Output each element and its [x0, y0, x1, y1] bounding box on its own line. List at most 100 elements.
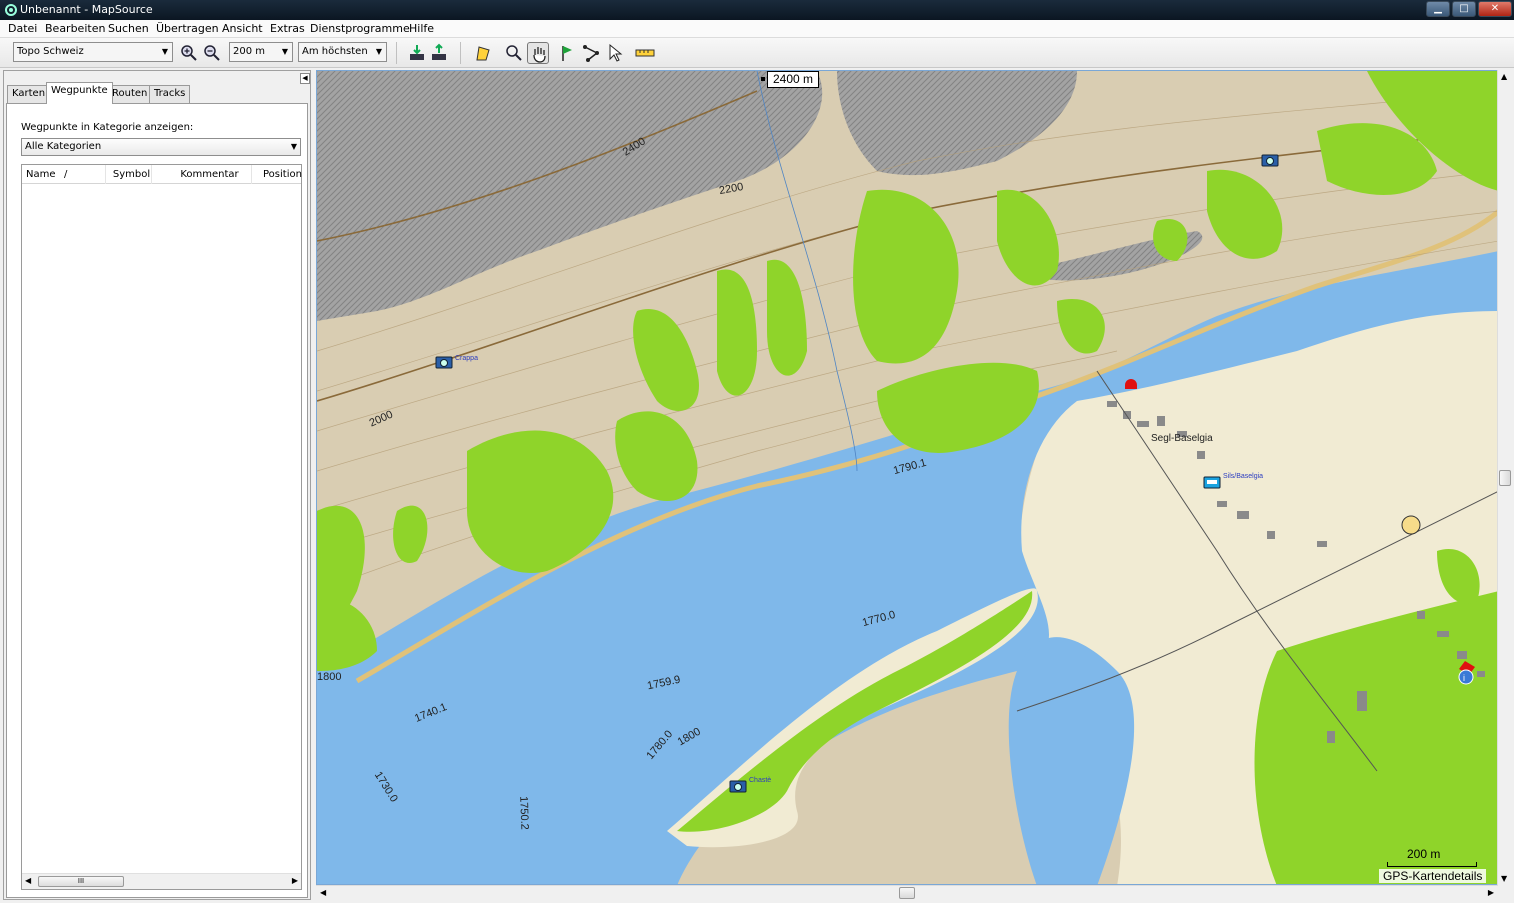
camera-icon[interactable] — [435, 355, 453, 369]
scroll-left-icon[interactable]: ◀ — [25, 876, 31, 885]
waypoint-tool-button[interactable] — [556, 42, 578, 64]
zoom-tool-button[interactable] — [503, 42, 525, 64]
route-tool-button[interactable] — [580, 42, 602, 64]
sort-indicator: / — [64, 169, 68, 180]
map-tool-button[interactable] — [472, 42, 494, 64]
hand-tool-icon — [533, 47, 546, 63]
toolbar-separator — [396, 42, 397, 64]
menu-hilfe[interactable]: Hilfe — [409, 22, 434, 35]
tab-karten[interactable]: Karten — [7, 85, 51, 103]
column-name-label: Name — [26, 169, 56, 180]
camera-icon[interactable] — [729, 779, 747, 793]
menu-datei[interactable]: Datei — [8, 22, 37, 35]
tab-routen[interactable]: Routen — [107, 85, 153, 103]
receive-from-device-icon — [410, 45, 424, 60]
category-label: Wegpunkte in Kategorie anzeigen: — [21, 122, 194, 133]
topo-map[interactable]: i — [317, 71, 1498, 885]
menu-extras[interactable]: Extras — [270, 22, 305, 35]
column-position[interactable]: Position — [252, 165, 302, 184]
mapsource-app-icon — [5, 4, 17, 16]
zoom-tool-icon — [506, 45, 522, 61]
contour-label: 1750.2 — [517, 795, 531, 831]
distance-tool-icon — [635, 49, 655, 57]
list-header: Name / Symbol Kommentar Position — [22, 165, 302, 184]
selection-tool-button[interactable] — [603, 42, 625, 64]
toolbar: Topo Schweiz ▼ 200 m ▼ Am höchsten ▼ — [0, 38, 1514, 68]
menu-uebertragen[interactable]: Übertragen — [156, 22, 219, 35]
zoom-out-icon — [204, 45, 220, 61]
zoom-out-button[interactable] — [201, 42, 223, 64]
menu-ansicht[interactable]: Ansicht — [222, 22, 263, 35]
scroll-right-icon[interactable]: ▶ — [1488, 888, 1494, 897]
info-icon[interactable] — [1458, 669, 1474, 685]
tab-wegpunkte[interactable]: Wegpunkte — [46, 82, 113, 104]
scale-label: 200 m — [1407, 847, 1441, 861]
detail-level-value: Am höchsten — [302, 46, 368, 57]
minimize-button[interactable]: ▁ — [1426, 1, 1450, 17]
scroll-right-icon[interactable]: ▶ — [292, 876, 298, 885]
chevron-down-icon: ▼ — [375, 47, 383, 56]
info-icon-glyph: i — [1463, 673, 1465, 683]
close-button[interactable]: ✕ — [1478, 1, 1512, 17]
send-to-device-button[interactable] — [428, 42, 450, 64]
column-kommentar[interactable]: Kommentar — [152, 165, 252, 184]
scroll-down-icon[interactable]: ▼ — [1501, 874, 1507, 883]
poi-label: Chastè — [749, 777, 772, 784]
cursor-point — [761, 77, 765, 81]
menu-bar: Datei Bearbeiten Suchen Übertragen Ansic… — [0, 20, 1514, 38]
selection-tool-icon — [609, 43, 623, 62]
waypoint-list[interactable]: Name / Symbol Kommentar Position ◀ III ▶ — [21, 164, 302, 890]
detail-level-select[interactable]: Am höchsten ▼ — [298, 42, 387, 62]
category-value: Alle Kategorien — [25, 141, 102, 152]
maximize-button[interactable]: □ — [1452, 1, 1476, 17]
window-title: Unbenannt - MapSource — [20, 3, 153, 16]
receive-from-device-button[interactable] — [406, 42, 428, 64]
contour-label: 1800 — [317, 671, 342, 683]
collapse-panel-icon[interactable]: ◀ — [300, 73, 310, 84]
scroll-thumb[interactable]: III — [38, 876, 124, 887]
route-tool-icon — [583, 45, 599, 62]
scroll-thumb[interactable] — [1499, 470, 1511, 486]
scale-bar — [1387, 862, 1477, 867]
scroll-thumb[interactable] — [899, 887, 915, 899]
tab-tracks[interactable]: Tracks — [149, 85, 191, 103]
title-bar: Unbenannt - MapSource ▁ □ ✕ — [0, 0, 1514, 20]
camera-icon[interactable] — [1261, 153, 1279, 167]
menu-suchen[interactable]: Suchen — [108, 22, 149, 35]
bus-stop-icon[interactable] — [1203, 475, 1221, 489]
map-product-select[interactable]: Topo Schweiz ▼ — [13, 42, 173, 62]
toolbar-separator — [460, 42, 461, 64]
scroll-up-icon[interactable]: ▲ — [1501, 72, 1507, 81]
chevron-down-icon: ▼ — [290, 142, 297, 151]
map-horizontal-scrollbar[interactable]: ◀ ▶ — [316, 885, 1498, 900]
left-panel: ◀ Karten Wegpunkte Routen Tracks Wegpunk… — [3, 70, 311, 900]
poi-label: Sils/Baselgia — [1223, 473, 1264, 480]
scroll-left-icon[interactable]: ◀ — [320, 888, 326, 897]
menu-dienstprogramme[interactable]: Dienstprogramme — [310, 22, 410, 35]
waypoint-tool-icon — [562, 46, 572, 61]
hand-tool-button[interactable] — [527, 42, 549, 64]
chevron-down-icon: ▼ — [281, 47, 289, 56]
map-view[interactable]: i 2400 m 2400 2200 2000 1800 1790.1 1770… — [316, 70, 1498, 885]
map-vertical-scrollbar[interactable]: ▲ ▼ — [1497, 70, 1512, 885]
map-product-value: Topo Schweiz — [17, 46, 84, 57]
list-horizontal-scrollbar[interactable]: ◀ III ▶ — [22, 873, 301, 889]
category-select[interactable]: Alle Kategorien ▼ — [21, 138, 301, 156]
distance-tool-button[interactable] — [634, 42, 656, 64]
map-details-label: GPS-Kartendetails — [1379, 869, 1487, 883]
map-tool-icon — [476, 46, 490, 61]
menu-bearbeiten[interactable]: Bearbeiten — [45, 22, 105, 35]
cursor-elevation-readout: 2400 m — [767, 71, 819, 88]
send-to-device-icon — [432, 43, 446, 60]
waypoints-tab-body: Wegpunkte in Kategorie anzeigen: Alle Ka… — [6, 103, 308, 898]
place-label: Segl-Baselgia — [1151, 433, 1213, 444]
zoom-in-button[interactable] — [178, 42, 200, 64]
zoom-in-icon — [181, 45, 197, 61]
column-name[interactable]: Name / — [22, 165, 106, 184]
poi-label: Crappa — [455, 355, 478, 362]
sports-icon[interactable] — [1401, 515, 1421, 535]
chevron-down-icon: ▼ — [161, 47, 169, 56]
column-symbol[interactable]: Symbol — [106, 165, 152, 184]
zoom-level-value: 200 m — [233, 46, 266, 57]
zoom-level-select[interactable]: 200 m ▼ — [229, 42, 293, 62]
